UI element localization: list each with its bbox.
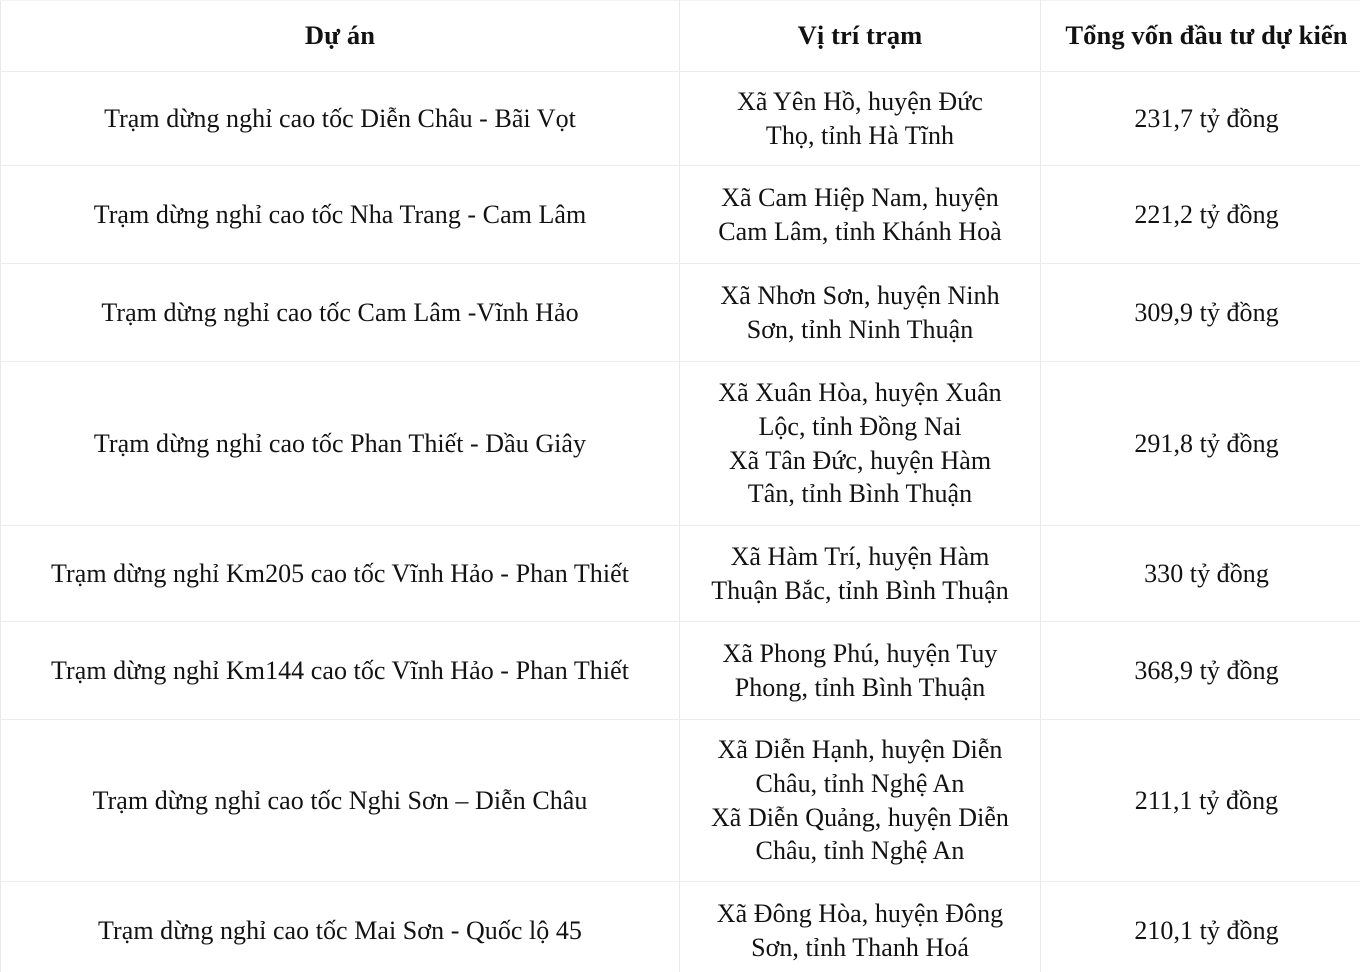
cell-project-text: Trạm dừng nghỉ cao tốc Nghi Sơn – Diễn C… [92, 785, 588, 815]
cell-capital: 291,8 tỷ đồng [1040, 361, 1360, 526]
cell-location: Xã Nhơn Sơn, huyện Ninh Sơn, tỉnh Ninh T… [679, 263, 1041, 362]
cell-project-text: Trạm dừng nghỉ cao tốc Phan Thiết - Dầu … [93, 428, 587, 458]
cell-project: Trạm dừng nghỉ cao tốc Nghi Sơn – Diễn C… [0, 719, 680, 882]
cell-location: Xã Hàm Trí, huyện Hàm Thuận Bắc, tỉnh Bì… [679, 525, 1041, 622]
table-body: Trạm dừng nghỉ cao tốc Diễn Châu - Bãi V… [0, 71, 1360, 972]
cell-project: Trạm dừng nghỉ Km205 cao tốc Vĩnh Hảo - … [0, 525, 680, 622]
cell-location: Xã Phong Phú, huyện Tuy Phong, tỉnh Bình… [679, 621, 1041, 720]
table-row: Trạm dừng nghỉ cao tốc Phan Thiết - Dầu … [0, 361, 1360, 526]
table-row: Trạm dừng nghỉ cao tốc Diễn Châu - Bãi V… [0, 71, 1360, 166]
cell-capital-text: 368,9 tỷ đồng [1134, 655, 1279, 685]
cell-capital-text: 210,1 tỷ đồng [1134, 915, 1279, 945]
table-header-row: Dự án Vị trí trạm Tổng vốn đầu tư dự kiế… [0, 0, 1360, 72]
table-row: Trạm dừng nghỉ cao tốc Nghi Sơn – Diễn C… [0, 719, 1360, 882]
cell-project-text: Trạm dừng nghỉ Km205 cao tốc Vĩnh Hảo - … [51, 558, 629, 588]
table-row: Trạm dừng nghỉ cao tốc Mai Sơn - Quốc lộ… [0, 881, 1360, 972]
cell-location-text: Xã Yên Hồ, huyện Đức Thọ, tỉnh Hà Tĩnh [737, 86, 983, 150]
table-row: Trạm dừng nghỉ cao tốc Nha Trang - Cam L… [0, 165, 1360, 264]
cell-project: Trạm dừng nghỉ cao tốc Cam Lâm -Vĩnh Hảo [0, 263, 680, 362]
cell-project: Trạm dừng nghỉ cao tốc Phan Thiết - Dầu … [0, 361, 680, 526]
cell-location-text: Xã Hàm Trí, huyện Hàm Thuận Bắc, tỉnh Bì… [711, 541, 1009, 605]
cell-location-text: Xã Xuân Hòa, huyện Xuân Lộc, tỉnh Đồng N… [718, 377, 1002, 509]
cell-capital-text: 221,2 tỷ đồng [1134, 199, 1279, 229]
cell-location: Xã Diễn Hạnh, huyện Diễn Châu, tỉnh Nghệ… [679, 719, 1041, 882]
table-row: Trạm dừng nghỉ Km205 cao tốc Vĩnh Hảo - … [0, 525, 1360, 622]
cell-capital-text: 211,1 tỷ đồng [1134, 785, 1279, 815]
column-header-location: Vị trí trạm [679, 0, 1041, 72]
cell-project-text: Trạm dừng nghỉ cao tốc Diễn Châu - Bãi V… [104, 103, 576, 133]
projects-table: Dự án Vị trí trạm Tổng vốn đầu tư dự kiế… [0, 0, 1360, 972]
cell-capital: 221,2 tỷ đồng [1040, 165, 1360, 264]
cell-capital: 368,9 tỷ đồng [1040, 621, 1360, 720]
cell-location-text: Xã Phong Phú, huyện Tuy Phong, tỉnh Bình… [722, 638, 998, 702]
cell-project: Trạm dừng nghỉ cao tốc Mai Sơn - Quốc lộ… [0, 881, 680, 972]
cell-capital: 309,9 tỷ đồng [1040, 263, 1360, 362]
cell-capital-text: 309,9 tỷ đồng [1134, 297, 1279, 327]
cell-location: Xã Yên Hồ, huyện Đức Thọ, tỉnh Hà Tĩnh [679, 71, 1041, 166]
cell-capital: 210,1 tỷ đồng [1040, 881, 1360, 972]
cell-project: Trạm dừng nghỉ cao tốc Diễn Châu - Bãi V… [0, 71, 680, 166]
cell-location: Xã Cam Hiệp Nam, huyện Cam Lâm, tỉnh Khá… [679, 165, 1041, 264]
cell-project-text: Trạm dừng nghỉ cao tốc Mai Sơn - Quốc lộ… [98, 915, 582, 945]
table-header: Dự án Vị trí trạm Tổng vốn đầu tư dự kiế… [0, 0, 1360, 72]
cell-capital: 211,1 tỷ đồng [1040, 719, 1360, 882]
cell-location-text: Xã Cam Hiệp Nam, huyện Cam Lâm, tỉnh Khá… [718, 182, 1002, 246]
cell-capital: 231,7 tỷ đồng [1040, 71, 1360, 166]
cell-project: Trạm dừng nghỉ cao tốc Nha Trang - Cam L… [0, 165, 680, 264]
cell-capital: 330 tỷ đồng [1040, 525, 1360, 622]
cell-location-text: Xã Diễn Hạnh, huyện Diễn Châu, tỉnh Nghệ… [710, 734, 1009, 866]
cell-capital-text: 330 tỷ đồng [1144, 558, 1269, 588]
cell-location: Xã Xuân Hòa, huyện Xuân Lộc, tỉnh Đồng N… [679, 361, 1041, 526]
cell-project-text: Trạm dừng nghỉ Km144 cao tốc Vĩnh Hảo - … [51, 655, 629, 685]
table-row: Trạm dừng nghỉ cao tốc Cam Lâm -Vĩnh Hảo… [0, 263, 1360, 362]
cell-project-text: Trạm dừng nghỉ cao tốc Cam Lâm -Vĩnh Hảo [101, 297, 579, 327]
cell-project-text: Trạm dừng nghỉ cao tốc Nha Trang - Cam L… [93, 199, 587, 229]
cell-location: Xã Đông Hòa, huyện Đông Sơn, tỉnh Thanh … [679, 881, 1041, 972]
cell-capital-text: 231,7 tỷ đồng [1134, 103, 1279, 133]
cell-location-text: Xã Nhơn Sơn, huyện Ninh Sơn, tỉnh Ninh T… [720, 280, 1000, 344]
column-header-project: Dự án [0, 0, 680, 72]
cell-project: Trạm dừng nghỉ Km144 cao tốc Vĩnh Hảo - … [0, 621, 680, 720]
cell-location-text: Xã Đông Hòa, huyện Đông Sơn, tỉnh Thanh … [716, 898, 1004, 962]
table-row: Trạm dừng nghỉ Km144 cao tốc Vĩnh Hảo - … [0, 621, 1360, 720]
cell-capital-text: 291,8 tỷ đồng [1134, 428, 1279, 458]
table-container: Dự án Vị trí trạm Tổng vốn đầu tư dự kiế… [0, 0, 1360, 972]
column-header-capital: Tổng vốn đầu tư dự kiến [1040, 0, 1360, 72]
